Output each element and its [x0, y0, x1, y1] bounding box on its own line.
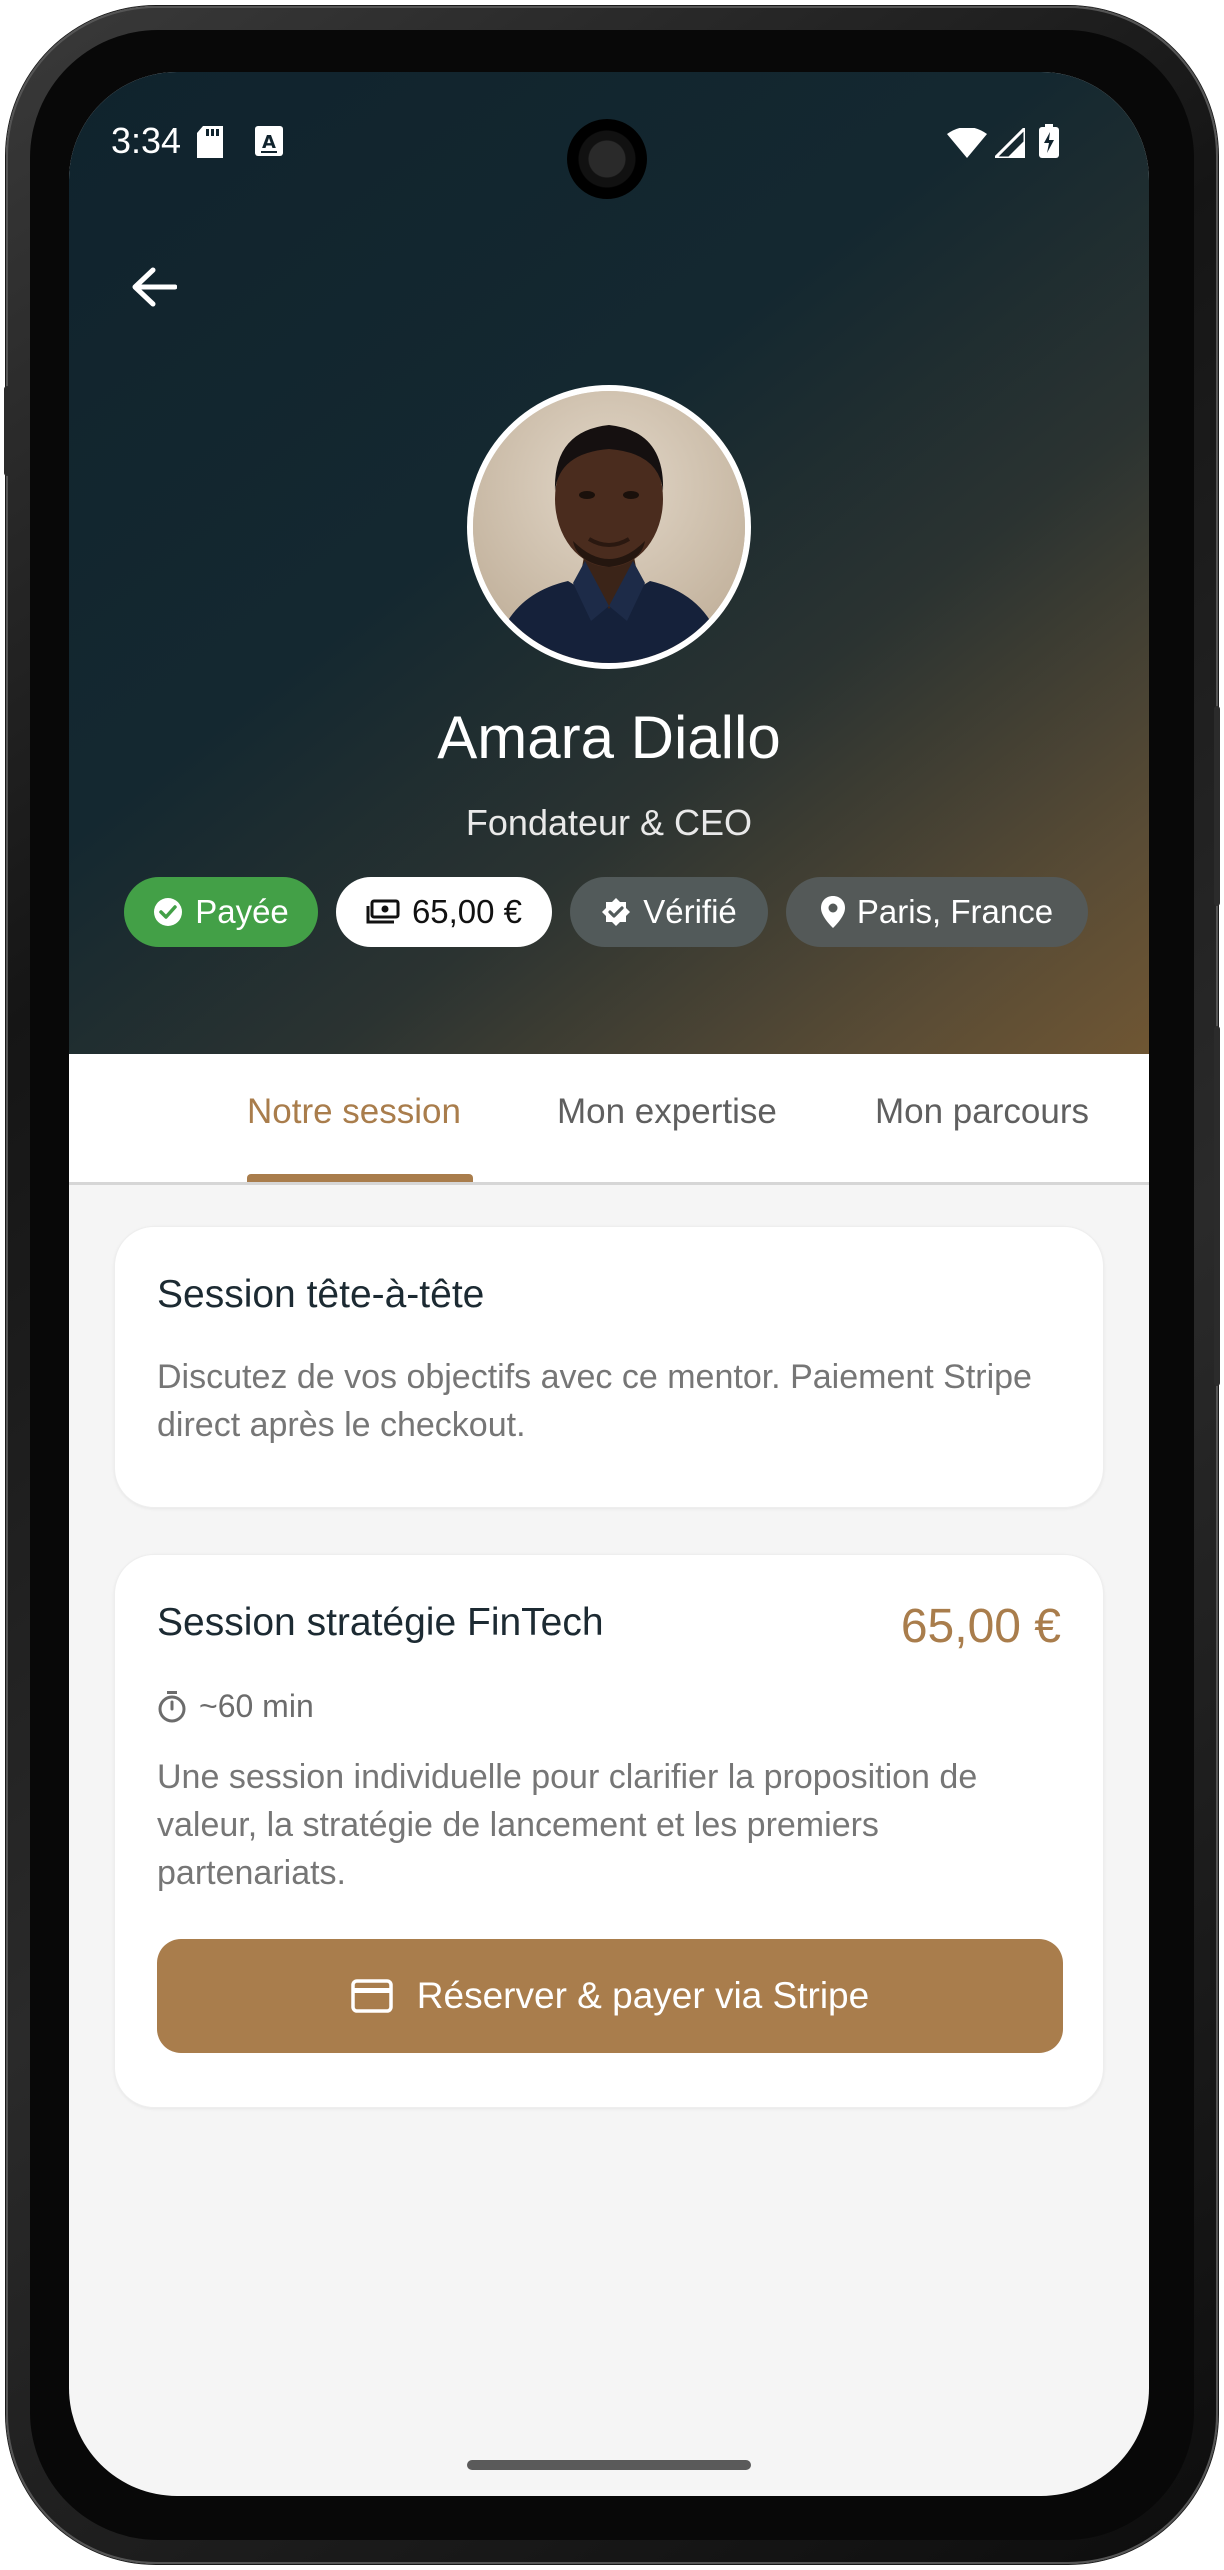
home-indicator[interactable] — [467, 2460, 751, 2470]
paid-label: Payée — [195, 893, 289, 930]
credit-card-icon — [351, 1979, 393, 2013]
battery-charging-icon — [1039, 124, 1059, 163]
signal-icon — [991, 124, 1027, 163]
back-button[interactable] — [109, 242, 199, 332]
verified-label: Vérifié — [643, 893, 737, 930]
offer-card: Session stratégie FinTech 65,00 € ~60 mi… — [114, 1554, 1104, 2108]
location-pin-icon — [820, 896, 845, 928]
check-circle-icon — [154, 898, 183, 926]
location-badge: Paris, France — [786, 877, 1088, 947]
offer-description: Une session individuelle pour clarifier … — [157, 1758, 978, 1892]
profile-name: Amara Diallo — [437, 704, 781, 771]
tab-mon-expertise[interactable]: Mon expertise — [557, 1092, 777, 1132]
power-button — [1214, 706, 1220, 906]
status-bar: 3:34 A — [69, 72, 1149, 199]
status-time: 3:34 — [111, 120, 182, 161]
offer-price: 65,00 € — [900, 1600, 1061, 1653]
offer-title: Session stratégie FinTech — [157, 1601, 604, 1644]
tab-notre-session[interactable]: Notre session — [247, 1092, 461, 1132]
book-and-pay-label: Réserver & payer via Stripe — [416, 1975, 870, 2016]
money-icon — [366, 899, 400, 924]
verified-icon — [602, 898, 631, 926]
offer-duration: ~60 min — [157, 1688, 314, 1725]
arrow-left-icon — [132, 267, 177, 307]
location-label: Paris, France — [856, 893, 1054, 930]
active-tab-indicator — [247, 1174, 473, 1182]
volume-button — [1214, 1026, 1220, 1386]
avatar — [467, 385, 751, 669]
side-button — [4, 386, 10, 476]
app-screen: 3:34 A Amara Diallo Fondateur & CEO Payé… — [69, 72, 1149, 2496]
price-badge: 65,00 € — [336, 877, 552, 947]
mentor-portrait — [473, 391, 745, 663]
price-label: 65,00 € — [411, 893, 523, 930]
profile-role: Fondateur & CEO — [465, 802, 753, 843]
book-and-pay-button[interactable]: Réserver & payer via Stripe — [157, 1939, 1063, 2053]
tab-mon-parcours[interactable]: Mon parcours — [875, 1092, 1089, 1132]
wifi-icon — [947, 127, 987, 163]
svg-text:A: A — [262, 132, 276, 153]
profile-header: 3:34 A Amara Diallo Fondateur & CEO Payé… — [69, 72, 1149, 1054]
session-info-text: Discutez de vos objectifs avec ce mentor… — [157, 1358, 1032, 1444]
session-info-card: Session tête-à-tête Discutez de vos obje… — [114, 1226, 1104, 1508]
duration-label: ~60 min — [199, 1688, 314, 1724]
session-info-title: Session tête-à-tête — [157, 1273, 485, 1316]
tab-bar: Notre session Mon expertise Mon parcours — [69, 1054, 1149, 1185]
front-camera — [567, 119, 647, 199]
verified-badge: Vérifié — [570, 877, 768, 947]
paid-badge: Payée — [124, 877, 318, 947]
keyboard-a-icon: A — [255, 126, 283, 161]
timer-icon — [158, 1690, 186, 1722]
sd-card-icon — [197, 126, 223, 163]
